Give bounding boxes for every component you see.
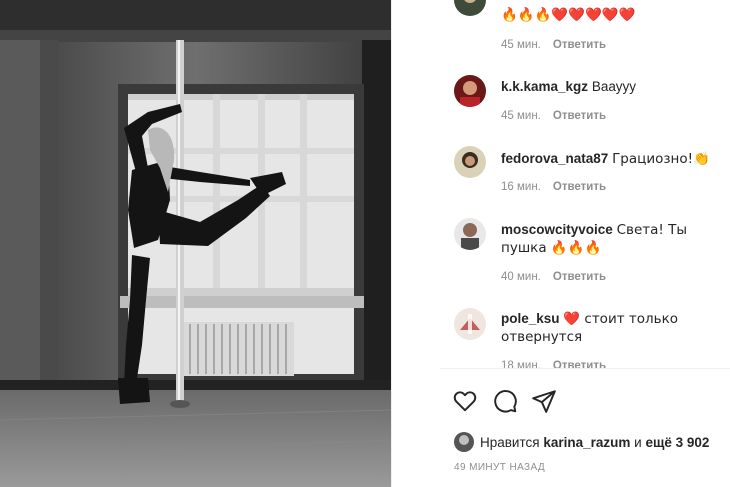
likes-summary: Нравится karina_razum и ещё 3 902 [454, 432, 709, 452]
comment-meta: 45 мин. Ответить [501, 39, 606, 51]
comment-avatar[interactable] [454, 146, 486, 178]
comment-time: 18 мин. [501, 360, 541, 372]
comment-time: 16 мин. [501, 181, 541, 193]
comment-meta: 18 мин. Ответить [501, 360, 606, 372]
comment-body: Вааууу [591, 79, 636, 94]
comment-body: 🔥🔥🔥❤️❤️❤️❤️❤️ [501, 7, 636, 23]
post-photo[interactable] [0, 0, 391, 487]
comment-text: fedorova_nata87 Грациозно!👏 [501, 150, 727, 168]
comment-meta: 45 мин. Ответить [501, 110, 606, 122]
comment-text: moscowcityvoice Света! Ты пушка 🔥🔥🔥 [501, 221, 727, 257]
comment-time: 45 мин. [501, 39, 541, 51]
comment-text: k.k.kama_kgz Вааууу [501, 78, 727, 96]
comment-username[interactable]: k.k.kama_kgz [501, 79, 588, 94]
liker-avatar[interactable] [454, 432, 474, 452]
comment-avatar[interactable] [454, 308, 486, 340]
comment-time: 45 мин. [501, 110, 541, 122]
comment-text: pole_ksu ❤️ стоит только отвернутся [501, 310, 727, 346]
reply-button[interactable]: Ответить [553, 271, 606, 283]
comment-body: Грациозно!👏 [612, 151, 710, 167]
paper-plane-icon[interactable] [531, 388, 557, 414]
reply-button[interactable]: Ответить [553, 360, 606, 372]
likes-conj: и [634, 434, 642, 450]
heart-outline-icon[interactable] [452, 388, 478, 414]
comment-username[interactable]: fedorova_nata87 [501, 151, 608, 166]
post-time[interactable]: 49 МИНУТ НАЗАД [454, 462, 545, 473]
section-divider [440, 368, 730, 369]
comment-meta: 40 мин. Ответить [501, 271, 606, 283]
comment-avatar[interactable] [454, 218, 486, 250]
likes-prefix: Нравится [480, 434, 540, 450]
comment-avatar[interactable] [454, 75, 486, 107]
liker-username[interactable]: karina_razum [543, 435, 630, 450]
comment-username[interactable]: moscowcityvoice [501, 222, 613, 237]
reply-button[interactable]: Ответить [553, 110, 606, 122]
comment-meta: 16 мин. Ответить [501, 181, 606, 193]
comment-time: 40 мин. [501, 271, 541, 283]
comment-text: 🔥🔥🔥❤️❤️❤️❤️❤️ [501, 6, 727, 24]
reply-button[interactable]: Ответить [553, 181, 606, 193]
reply-button[interactable]: Ответить [553, 39, 606, 51]
speech-bubble-icon[interactable] [492, 388, 518, 414]
likes-count[interactable]: ещё 3 902 [645, 435, 709, 450]
comment-username[interactable]: pole_ksu [501, 311, 560, 326]
